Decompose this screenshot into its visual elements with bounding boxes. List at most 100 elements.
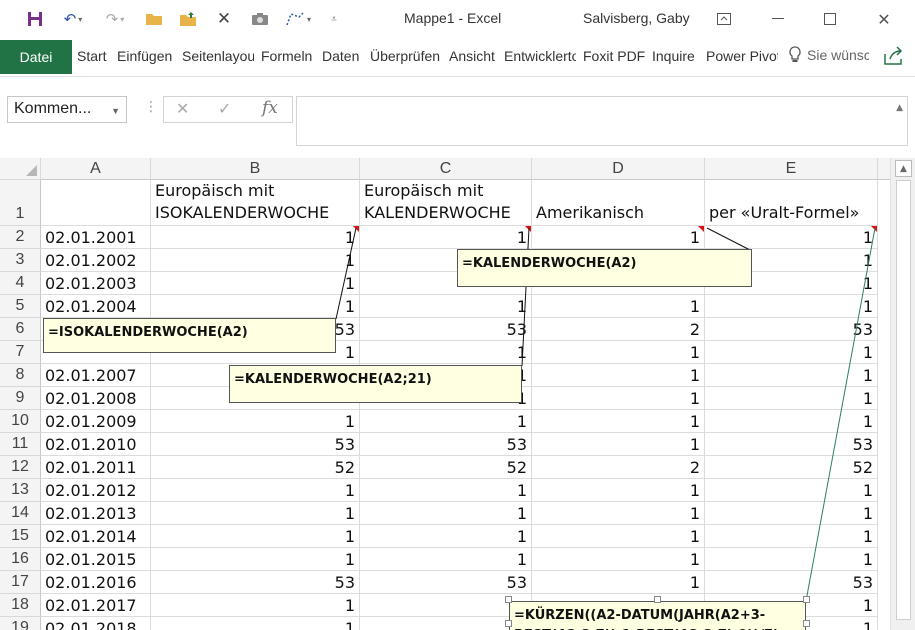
row-header-14[interactable]: 14	[0, 502, 41, 525]
cell-c6[interactable]: 53	[360, 318, 532, 341]
tab-power-pivot[interactable]: Power Pivot	[706, 48, 778, 64]
column-header-e[interactable]: E	[705, 158, 878, 180]
cell-c16[interactable]: 1	[360, 548, 532, 571]
scroll-up-icon[interactable]: ▲	[895, 160, 912, 177]
cell-d15[interactable]: 1	[532, 525, 705, 548]
select-all-button[interactable]	[0, 158, 41, 180]
cell-e11[interactable]: 53	[705, 433, 878, 456]
cell-e13[interactable]: 1	[705, 479, 878, 502]
cell-b13[interactable]: 1	[151, 479, 360, 502]
cancel-icon[interactable]: ✕	[176, 99, 189, 118]
row-header-3[interactable]: 3	[0, 249, 41, 272]
row-header-10[interactable]: 10	[0, 410, 41, 433]
cell-d2[interactable]: 1	[532, 226, 705, 249]
resize-handle[interactable]	[505, 620, 512, 627]
cell-e14[interactable]: 1	[705, 502, 878, 525]
cell-a14[interactable]: 02.01.2013	[41, 502, 151, 525]
resize-handle[interactable]	[803, 596, 810, 603]
row-header-12[interactable]: 12	[0, 456, 41, 479]
cell-a11[interactable]: 02.01.2010	[41, 433, 151, 456]
row-header-9[interactable]: 9	[0, 387, 41, 410]
cell-d13[interactable]: 1	[532, 479, 705, 502]
row-header-6[interactable]: 6	[0, 318, 41, 341]
ribbon-display-icon[interactable]	[706, 6, 742, 32]
tab-developer[interactable]: Entwicklertools	[504, 48, 576, 64]
tab-start[interactable]: Start	[77, 48, 111, 64]
cell-e16[interactable]: 1	[705, 548, 878, 571]
row-header-5[interactable]: 5	[0, 295, 41, 318]
cell-d17[interactable]: 1	[532, 571, 705, 594]
resize-handle[interactable]	[505, 596, 512, 603]
cell-d12[interactable]: 2	[532, 456, 705, 479]
cell-b14[interactable]: 1	[151, 502, 360, 525]
cell-d11[interactable]: 1	[532, 433, 705, 456]
folder-up-icon[interactable]	[176, 9, 200, 29]
close-window-icon[interactable]: ✕	[866, 6, 902, 32]
cell-c7[interactable]: 1	[360, 341, 532, 364]
cell-a10[interactable]: 02.01.2009	[41, 410, 151, 433]
cell-a8[interactable]: 02.01.2007	[41, 364, 151, 387]
close-x-icon[interactable]: ✕	[214, 9, 234, 29]
cell-b16[interactable]: 1	[151, 548, 360, 571]
cell-d9[interactable]: 1	[532, 387, 705, 410]
tab-inquire[interactable]: Inquire	[652, 48, 702, 64]
row-header-19[interactable]: 19	[0, 617, 41, 630]
cell-a12[interactable]: 02.01.2011	[41, 456, 151, 479]
row-header-17[interactable]: 17	[0, 571, 41, 594]
undo-icon[interactable]: ↶ ▾	[58, 9, 88, 29]
column-header-d[interactable]: D	[532, 158, 705, 180]
cell-d5[interactable]: 1	[532, 295, 705, 318]
cell-b3[interactable]: 1	[151, 249, 360, 272]
cell-b17[interactable]: 53	[151, 571, 360, 594]
row-header-11[interactable]: 11	[0, 433, 41, 456]
cell-d14[interactable]: 1	[532, 502, 705, 525]
cell-e1[interactable]: per «Uralt-Formel»	[705, 180, 878, 226]
cell-d1[interactable]: Amerikanisch	[532, 180, 705, 226]
cell-c10[interactable]: 1	[360, 410, 532, 433]
cell-a9[interactable]: 02.01.2008	[41, 387, 151, 410]
cell-c11[interactable]: 53	[360, 433, 532, 456]
column-header-c[interactable]: C	[360, 158, 532, 180]
redo-icon[interactable]: ↷ ▾	[100, 9, 130, 29]
cell-a17[interactable]: 02.01.2016	[41, 571, 151, 594]
cell-b19[interactable]: 1	[151, 617, 360, 630]
cell-b2[interactable]: 1	[151, 226, 360, 249]
more-options-icon[interactable]: ⋮	[144, 99, 158, 115]
tab-page-layout[interactable]: Seitenlayout	[182, 48, 254, 64]
cell-a4[interactable]: 02.01.2003	[41, 272, 151, 295]
row-header-15[interactable]: 15	[0, 525, 41, 548]
cell-b10[interactable]: 1	[151, 410, 360, 433]
cell-c13[interactable]: 1	[360, 479, 532, 502]
comment-d2[interactable]: =KALENDERWOCHE(A2)	[457, 249, 752, 287]
row-header-2[interactable]: 2	[0, 226, 41, 249]
cell-e6[interactable]: 53	[705, 318, 878, 341]
cell-c17[interactable]: 53	[360, 571, 532, 594]
tab-view[interactable]: Ansicht	[449, 48, 499, 64]
cell-b4[interactable]: 1	[151, 272, 360, 295]
cell-b15[interactable]: 1	[151, 525, 360, 548]
minimize-icon[interactable]	[760, 6, 796, 32]
column-header-b[interactable]: B	[151, 158, 360, 180]
vertical-scrollbar[interactable]: ▲	[890, 158, 915, 630]
select-shape-icon[interactable]: ▾	[280, 9, 316, 29]
tab-file[interactable]: Datei	[0, 40, 72, 74]
customize-icon[interactable]: ⩡	[326, 9, 342, 29]
cell-e17[interactable]: 53	[705, 571, 878, 594]
user-name[interactable]: Salvisberg, Gaby	[583, 10, 690, 26]
tab-data[interactable]: Daten	[322, 48, 364, 64]
share-icon[interactable]	[882, 46, 906, 68]
cell-d8[interactable]: 1	[532, 364, 705, 387]
open-folder-icon[interactable]	[142, 9, 166, 29]
tell-me-box[interactable]: Sie wünschen	[788, 46, 869, 64]
maximize-icon[interactable]	[812, 6, 848, 32]
tab-insert[interactable]: Einfügen	[117, 48, 175, 64]
resize-handle[interactable]	[803, 620, 810, 627]
cell-c2[interactable]: 1	[360, 226, 532, 249]
formula-input[interactable]: ▲	[296, 96, 908, 146]
cell-c5[interactable]: 1	[360, 295, 532, 318]
tab-foxit-pdf[interactable]: Foxit PDF	[583, 48, 645, 64]
cell-a1[interactable]	[41, 180, 151, 226]
scrollbar-thumb[interactable]	[896, 180, 911, 620]
cell-b1[interactable]: Europäisch mit ISOKALENDERWOCHE	[151, 180, 360, 226]
cell-e9[interactable]: 1	[705, 387, 878, 410]
